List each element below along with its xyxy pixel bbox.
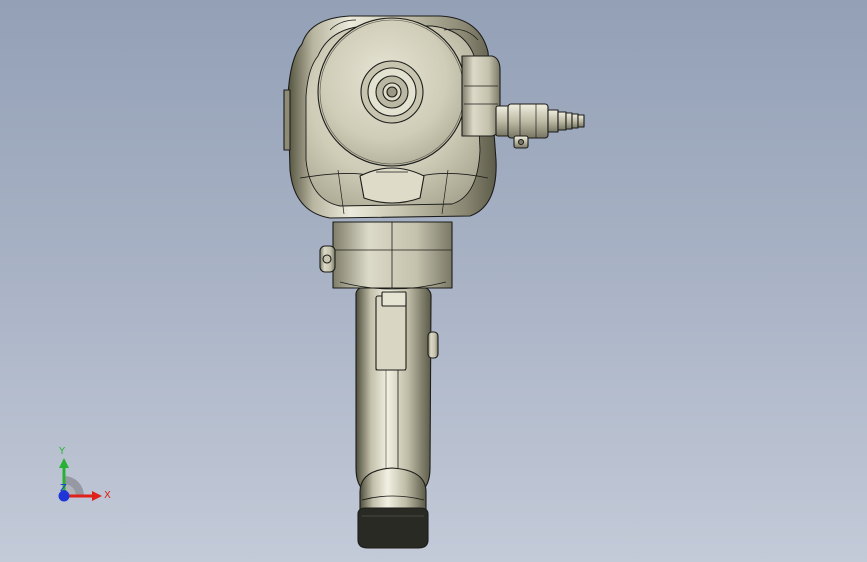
impact-wrench-model[interactable] [0,0,867,562]
neck-housing [319,221,453,290]
y-axis-label: Y [58,446,66,457]
y-axis-arrow [59,458,69,468]
z-axis-label: Z [60,483,67,494]
handle [355,285,439,493]
x-axis-arrow [92,491,102,501]
graphics-viewport[interactable]: Y X Z [0,0,867,562]
handle-end-cap [357,467,429,549]
coordinate-triad-icon: Y X Z [58,446,111,502]
front-anvil [317,17,467,167]
air-inlet-fitting [495,103,585,149]
x-axis-label: X [104,490,111,501]
reverse-valve-boss [461,55,501,137]
